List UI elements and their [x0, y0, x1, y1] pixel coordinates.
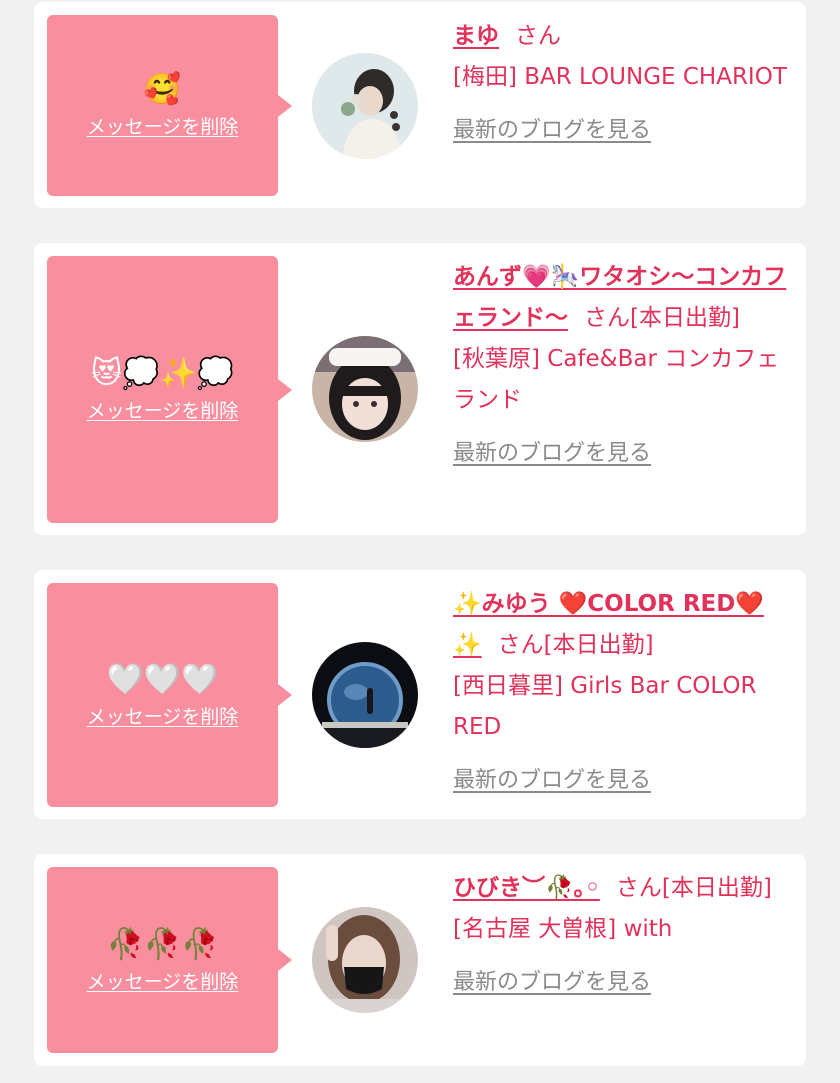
avatar[interactable] — [312, 907, 418, 1013]
message-card: 🤍🤍🤍 メッセージを削除 ✨みゆう ❤️COLOR RED❤️✨ さん[本日出勤]… — [34, 570, 806, 819]
message-emoji: 😻💭✨💭 — [90, 356, 235, 391]
message-emoji: 🥰 — [143, 72, 182, 107]
avatar[interactable] — [312, 336, 418, 442]
shop-name: [梅田] BAR LOUNGE CHARIOT — [453, 64, 787, 90]
cast-name-link[interactable]: ひびき︶🥀｡◦ — [453, 875, 600, 901]
latest-blog-link[interactable]: 最新のブログを見る — [453, 433, 651, 474]
cast-suffix: さん[本日出勤] — [615, 875, 772, 901]
message-card: 😻💭✨💭 メッセージを削除 あんず💗🎠ワタオシ〜コンカフェランド〜 さん[本日出勤… — [34, 243, 806, 535]
avatar[interactable] — [312, 53, 418, 159]
latest-blog-link[interactable]: 最新のブログを見る — [453, 110, 651, 151]
cast-name-line: ひびき︶🥀｡◦ さん[本日出勤] — [453, 868, 791, 909]
message-preview[interactable]: 😻💭✨💭 メッセージを削除 — [47, 256, 292, 523]
cast-info: ひびき︶🥀｡◦ さん[本日出勤] [名古屋 大曽根] with 最新のブログを見る — [453, 868, 791, 1003]
message-preview[interactable]: 🥰 メッセージを削除 — [47, 15, 292, 196]
message-card: 🥰 メッセージを削除 まゆ さん [梅田] BAR LOUNGE CHARIOT … — [34, 2, 806, 208]
cast-name-link[interactable]: まゆ — [453, 23, 499, 49]
avatar[interactable] — [312, 642, 418, 748]
latest-blog-link[interactable]: 最新のブログを見る — [453, 760, 651, 801]
latest-blog-link[interactable]: 最新のブログを見る — [453, 962, 651, 1003]
message-preview[interactable]: 🤍🤍🤍 メッセージを削除 — [47, 583, 292, 807]
cast-name-line: まゆ さん — [453, 16, 791, 57]
cast-suffix: さん[本日出勤] — [584, 305, 740, 331]
message-emoji: 🤍🤍🤍 — [106, 661, 219, 697]
cast-info: ✨みゆう ❤️COLOR RED❤️✨ さん[本日出勤] [西日暮里] Girls… — [453, 584, 791, 801]
cast-info: あんず💗🎠ワタオシ〜コンカフェランド〜 さん[本日出勤] [秋葉原] Cafe&B… — [453, 257, 791, 474]
cast-suffix: さん[本日出勤] — [497, 632, 654, 658]
delete-message-link[interactable]: メッセージを削除 — [87, 396, 239, 423]
cast-name-line: あんず💗🎠ワタオシ〜コンカフェランド〜 さん[本日出勤] — [453, 257, 791, 339]
message-emoji: 🥀🥀🥀 — [106, 926, 219, 962]
cast-name-line: ✨みゆう ❤️COLOR RED❤️✨ さん[本日出勤] — [453, 584, 791, 666]
message-card: 🥀🥀🥀 メッセージを削除 ひびき︶🥀｡◦ さん[本日出勤] [名古屋 大曽根] w… — [34, 854, 806, 1066]
delete-message-link[interactable]: メッセージを削除 — [87, 112, 239, 139]
shop-name: [名古屋 大曽根] with — [453, 916, 673, 942]
delete-message-link[interactable]: メッセージを削除 — [87, 702, 239, 729]
shop-name: [秋葉原] Cafe&Bar コンカフェランド — [453, 346, 780, 413]
delete-message-link[interactable]: メッセージを削除 — [87, 967, 239, 994]
cast-info: まゆ さん [梅田] BAR LOUNGE CHARIOT 最新のブログを見る — [453, 16, 791, 151]
message-preview[interactable]: 🥀🥀🥀 メッセージを削除 — [47, 867, 292, 1053]
shop-name: [西日暮里] Girls Bar COLOR RED — [453, 673, 757, 740]
cast-suffix: さん — [515, 23, 561, 49]
message-list: 🥰 メッセージを削除 まゆ さん [梅田] BAR LOUNGE CHARIOT … — [0, 0, 840, 1083]
